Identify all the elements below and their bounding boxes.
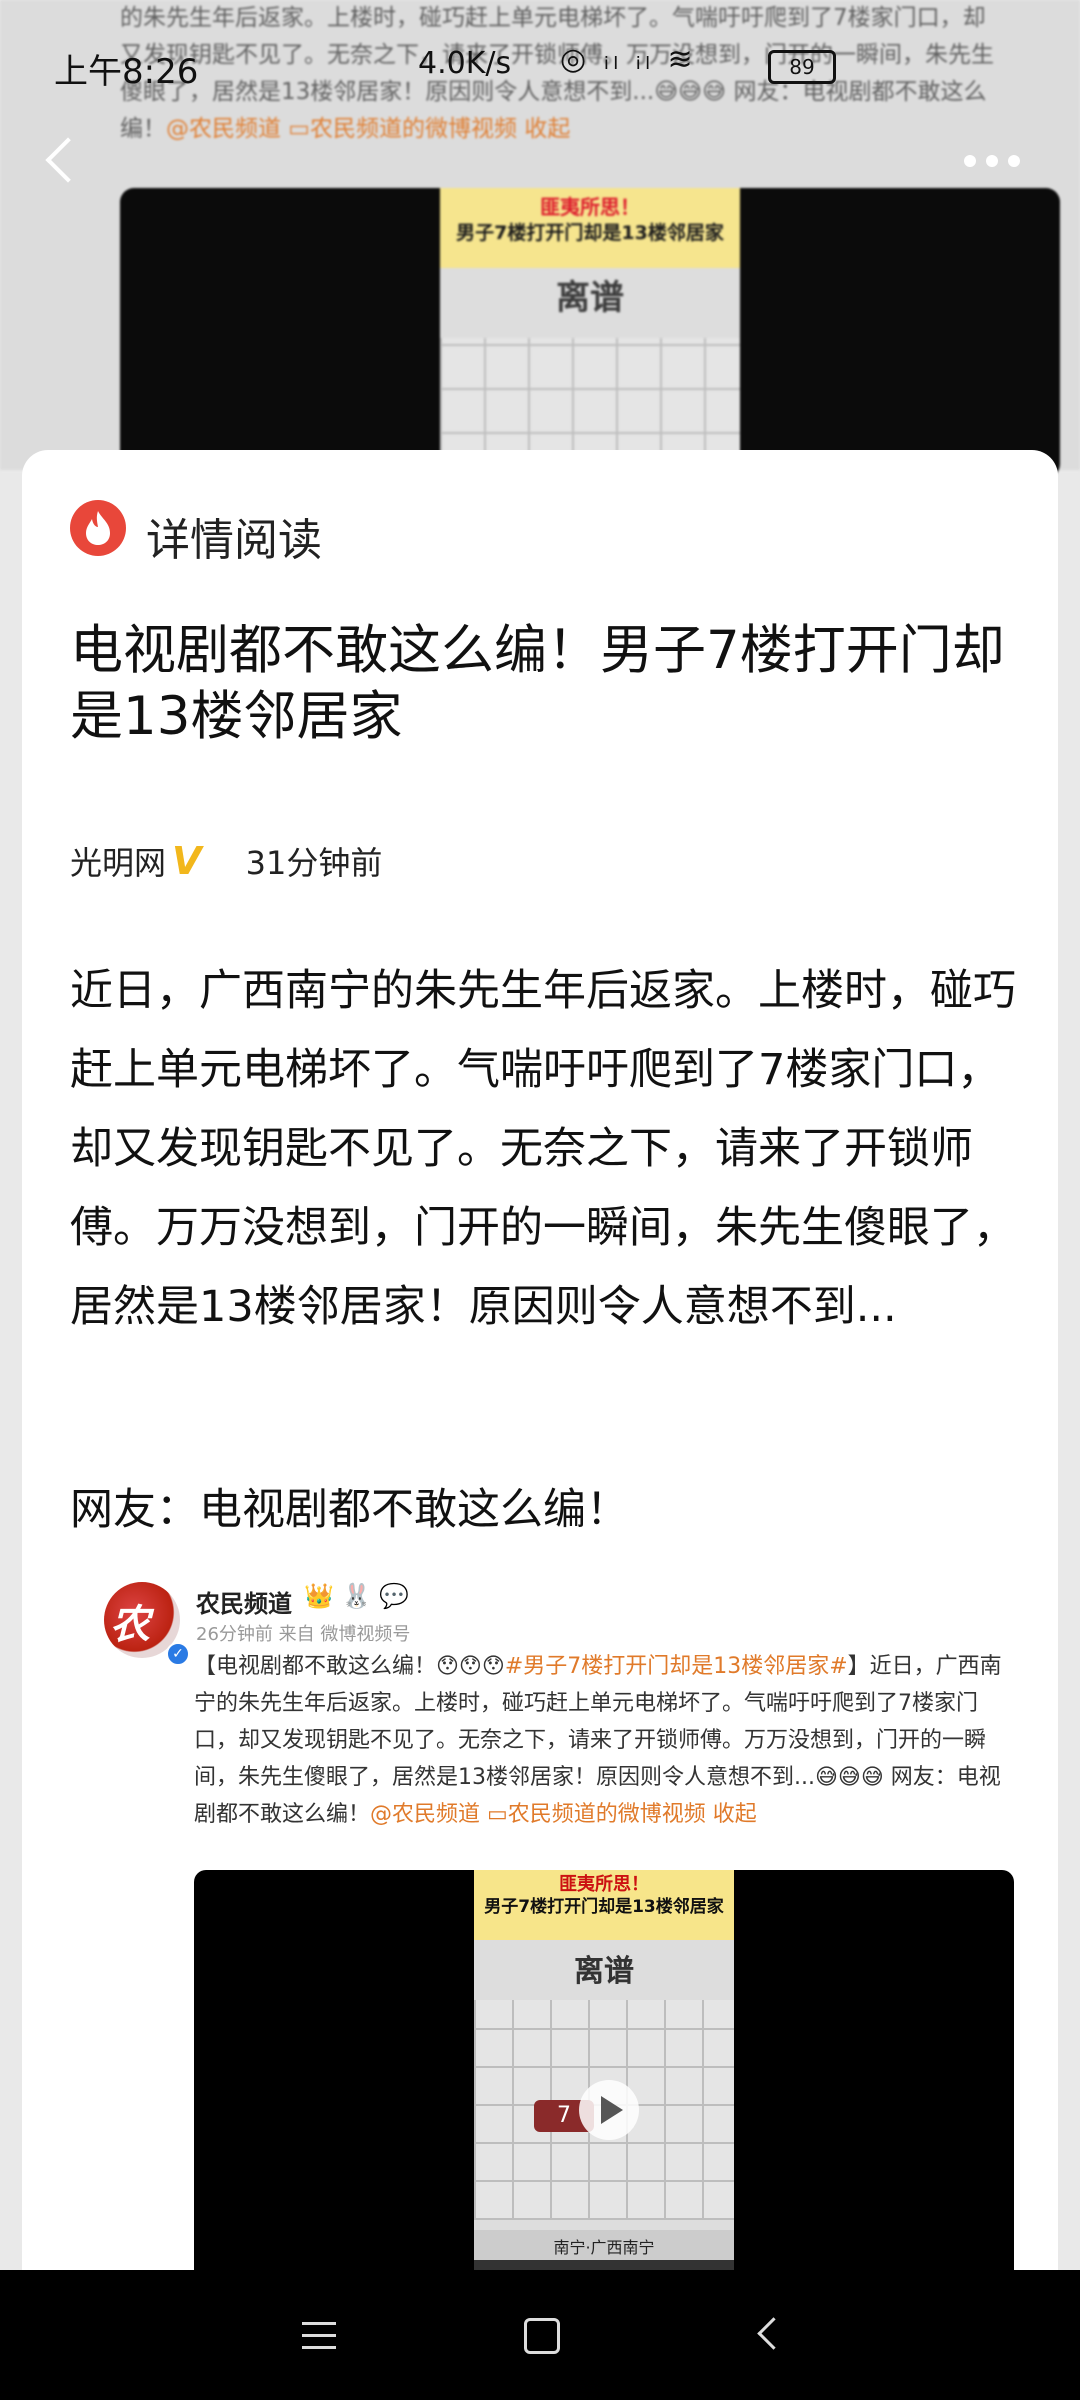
article-time: 31分钟前 <box>245 844 383 882</box>
signal-wifi-icon: ◎ ᵢₗ ᵢₗ ≋ <box>560 42 697 77</box>
status-time: 上午8:26 <box>54 52 199 92</box>
menu-icon[interactable] <box>302 2322 336 2350</box>
article-meta: 光明网 V 31分钟前 <box>70 838 382 884</box>
embed-video-thumbnail: 匪夷所思！ 男子7楼打开门却是13楼邻居家 离谱 7 南宁·广西南宁 <box>474 1870 734 2280</box>
more-icon[interactable] <box>964 155 1020 169</box>
system-nav-bar <box>0 2270 1080 2400</box>
banner-line: 男子7楼打开门却是13楼邻居家 <box>484 1897 724 1917</box>
article-body: 近日，广西南宁的朱先生年后返家。上楼时，碰巧赶上单元电梯坏了。气喘吁吁爬到了7楼… <box>70 966 1016 1332</box>
back-nav-icon[interactable] <box>757 2317 790 2350</box>
embed-hashtag: #男子7楼打开门却是13楼邻居家# <box>504 1654 848 1679</box>
avatar-logo-text: 农 <box>110 1602 150 1648</box>
background-video-banner: 匪夷所思！ 男子7楼打开门却是13楼邻居家 <box>440 188 740 268</box>
embed-author-badges: 👑 🐰 💬 <box>304 1582 409 1610</box>
article-source[interactable]: 光明网 <box>70 838 166 884</box>
background-video: 匪夷所思！ 男子7楼打开门却是13楼邻居家 离谱 <box>120 188 1060 478</box>
embedded-weibo-post[interactable]: 农 ✓ 农民频道 👑 🐰 💬 26分钟前 来自 微博视频号 【电视剧都不敢这么编… <box>64 1570 1024 2280</box>
embed-video-banner: 匪夷所思！ 男子7楼打开门却是13楼邻居家 <box>474 1870 734 1940</box>
article-title[interactable]: 电视剧都不敢这么编！男子7楼打开门却是13楼邻居家 <box>70 618 1010 750</box>
status-net-speed: 4.0K/s <box>418 46 512 81</box>
embed-meta: 26分钟前 来自 微博视频号 <box>196 1624 411 1645</box>
embed-text: 【电视剧都不敢这么编！😯😯😯#男子7楼打开门却是13楼邻居家#】近日，广西南宁的… <box>194 1648 1004 1833</box>
fire-icon <box>70 500 126 556</box>
banner-line: 匪夷所思！ <box>559 1874 649 1895</box>
avatar: 农 ✓ <box>104 1582 190 1666</box>
verified-icon: V <box>172 839 202 883</box>
embed-video-title: 离谱 <box>574 1954 634 1989</box>
embed-video: 匪夷所思！ 男子7楼打开门却是13楼邻居家 离谱 7 南宁·广西南宁 <box>194 1870 1014 2280</box>
embed-author-name: 农民频道 <box>196 1590 292 1618</box>
embed-text-intro: 【电视剧都不敢这么编！😯😯😯 <box>194 1654 505 1679</box>
top-nav <box>0 130 1080 200</box>
embed-links: @农民频道 ▭农民频道的微博视频 收起 <box>370 1802 757 1827</box>
status-bar: 上午8:26 4.0K/s ◎ ᵢₗ ᵢₗ ≋ 89 <box>0 36 1080 96</box>
background-video-thumbnail: 匪夷所思！ 男子7楼打开门却是13楼邻居家 离谱 <box>440 188 740 478</box>
background-text-line: 的朱先生年后返家。上楼时，碰巧赶上单元电梯坏了。气喘吁吁爬到了7楼家门口，却 <box>120 5 986 31</box>
embed-video-caption: 南宁·广西南宁 <box>474 2230 734 2262</box>
home-icon[interactable] <box>524 2318 560 2354</box>
battery-icon: 89 <box>768 50 836 84</box>
back-icon[interactable] <box>45 137 91 183</box>
article-quote: 网友：电视剧都不敢这么编！ <box>70 1485 629 1535</box>
background-video-title: 离谱 <box>556 278 624 318</box>
banner-line: 男子7楼打开门却是13楼邻居家 <box>456 222 724 244</box>
card-header-title: 详情阅读 <box>146 515 322 566</box>
play-icon <box>579 2080 639 2140</box>
verified-badge-icon: ✓ <box>166 1642 190 1666</box>
detail-read-card: 详情阅读 电视剧都不敢这么编！男子7楼打开门却是13楼邻居家 光明网 V 31分钟… <box>22 450 1058 2280</box>
